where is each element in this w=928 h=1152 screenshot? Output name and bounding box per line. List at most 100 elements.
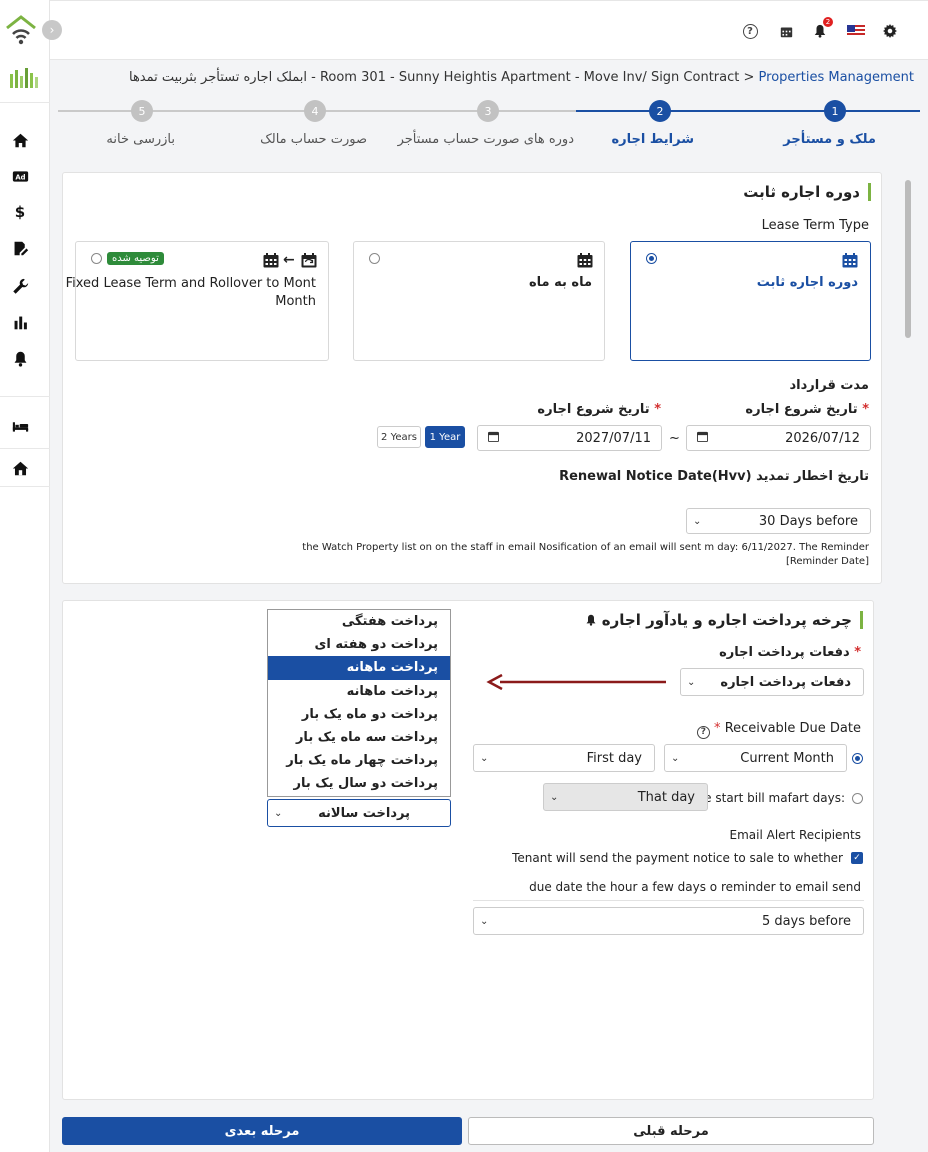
alt-due-date-radio[interactable] [852, 793, 863, 804]
calendar-icon [263, 253, 279, 268]
previous-step-button[interactable]: مرحله قبلی [468, 1117, 874, 1145]
home-icon[interactable] [10, 130, 30, 150]
step-4-circle[interactable]: 4 [304, 100, 326, 122]
bell-icon[interactable] [10, 348, 30, 368]
calendar-icon[interactable] [776, 21, 796, 41]
lease-option-fixed-radio[interactable] [646, 253, 657, 264]
day-select[interactable]: ⌄ First day [473, 744, 655, 772]
lease-option-rollover-label-line1: Fixed Lease Term and Rollover to Mont [65, 276, 316, 291]
notification-badge: 2 [823, 17, 833, 27]
annual-frequency-value: پرداخت سالانه [318, 805, 410, 821]
frequency-option[interactable]: پرداخت سه ماه یک بار [268, 726, 450, 749]
payment-cycle-card: چرخه پرداخت اجاره و یادآور اجاره * دفعات… [62, 600, 874, 1100]
arrow-left-icon [486, 674, 666, 690]
step-1-circle[interactable]: 1 [824, 100, 846, 122]
help-icon[interactable]: ? [696, 725, 710, 739]
tenant-notice-label: Tenant will send the payment notice to s… [512, 851, 843, 865]
start-date-label: * تاریخ شروع اجاره [745, 402, 869, 417]
next-step-button[interactable]: مرحله بعدی [62, 1117, 462, 1145]
end-date-input[interactable]: 2027/07/11 [477, 425, 662, 451]
lease-card-title: دوره اجاره ثابت [743, 183, 871, 201]
contract-period-label: مدت قرارداد [789, 378, 870, 393]
step-3-label[interactable]: دوره های صورت حساب مستأجر [398, 132, 574, 147]
step-2-circle[interactable]: 2 [649, 100, 671, 122]
frequency-option[interactable]: پرداخت دو سال یک بار [268, 772, 450, 795]
calendar-icon [577, 253, 593, 268]
frequency-option[interactable]: پرداخت چهار ماه یک بار [268, 749, 450, 772]
breadcrumb-separator: > [739, 70, 759, 85]
start-date-input[interactable]: 2026/07/12 [686, 425, 871, 451]
brand-image [8, 64, 40, 92]
annual-frequency-select[interactable]: ⌄ پرداخت سالانه [267, 799, 451, 827]
due-date-option-radio[interactable] [852, 753, 863, 764]
frequency-option[interactable]: پرداخت دو ماه یک بار [268, 703, 450, 726]
wrench-icon[interactable] [10, 276, 30, 296]
renewal-notice-select[interactable]: ⌄ 30 Days before [686, 508, 871, 534]
lease-option-month-to-month[interactable]: ماه به ماه [353, 241, 605, 361]
alt-due-date-value: That day [637, 789, 695, 805]
chevron-down-icon: ⌄ [480, 915, 489, 927]
arrow-left-icon: ← [283, 252, 295, 268]
notification-bell-icon[interactable]: 2 [810, 17, 833, 41]
two-years-button[interactable]: 2 Years [377, 426, 421, 448]
frequency-select[interactable]: ⌄ دفعات پرداخت اجاره [680, 668, 864, 696]
frequency-value: دفعات پرداخت اجاره [720, 674, 851, 690]
reminder-days-value: 5 days before [761, 913, 851, 929]
recommended-badge: توصیه شده [107, 252, 164, 265]
breadcrumb-rest: ابملک اجاره تستأجر بثربیت تمدها - Room 3… [128, 70, 740, 85]
renewal-notice-value: 30 Days before [758, 513, 858, 529]
lease-option-fixed-label: دوره اجاره ثابت [756, 275, 858, 290]
sidebar-toggle-button[interactable]: › [42, 20, 62, 40]
lease-option-month-label: ماه به ماه [528, 275, 592, 290]
lease-option-month-radio[interactable] [369, 253, 380, 264]
step-3-circle[interactable]: 3 [477, 100, 499, 122]
bed-icon[interactable] [10, 416, 30, 436]
lease-option-rollover-radio[interactable] [91, 253, 102, 264]
app-logo [4, 12, 38, 46]
help-icon[interactable]: ? [740, 21, 760, 41]
lease-option-fixed[interactable]: دوره اجاره ثابت [630, 241, 871, 361]
bar-chart-icon[interactable] [10, 312, 30, 332]
edit-document-icon[interactable] [10, 238, 30, 258]
reminder-note: due date the hour a few days o reminder … [529, 880, 861, 894]
step-1-label[interactable]: ملک و مستأجر [783, 132, 876, 147]
end-date-label: * تاریخ شروع اجاره [537, 402, 661, 417]
alt-due-date-select[interactable]: ⌄ That day [543, 783, 708, 811]
frequency-option[interactable]: پرداخت ماهانه [268, 680, 450, 703]
step-2-label[interactable]: شرایط اجاره [611, 132, 694, 147]
step-5-label[interactable]: بازرسی خانه [106, 132, 175, 147]
step-5-circle[interactable]: 5 [131, 100, 153, 122]
chevron-down-icon: ⌄ [274, 807, 283, 819]
wizard-stepper: 1 2 3 4 5 ملک و مستأجر شرایط اجاره دوره … [58, 98, 920, 154]
gear-icon[interactable] [880, 21, 900, 41]
scrollbar-thumb[interactable] [905, 180, 911, 338]
month-value: Current Month [740, 750, 834, 766]
renewal-note-line1: the Watch Property list on on the staff … [302, 542, 869, 553]
reminder-days-select[interactable]: ⌄ 5 days before [473, 907, 864, 935]
one-year-button[interactable]: 1 Year [425, 426, 465, 448]
house-icon[interactable] [10, 458, 30, 478]
chevron-down-icon: ⌄ [550, 791, 559, 803]
chevron-down-icon: ⌄ [687, 676, 696, 688]
lease-option-rollover[interactable]: توصیه شده ← Fixed Lease Term and Rollove… [66, 241, 329, 361]
due-date-label: ? * Receivable Due Date [696, 721, 861, 739]
chevron-down-icon: ⌄ [480, 752, 489, 764]
divider [473, 900, 864, 901]
breadcrumb: ابملک اجاره تستأجر بثربیت تمدها - Room 3… [129, 70, 914, 85]
us-flag-icon[interactable] [846, 21, 866, 41]
ad-icon[interactable]: Ad [10, 166, 30, 186]
dollar-icon[interactable]: $ [10, 202, 30, 222]
tenant-notice-checkbox[interactable]: ✓ [851, 852, 863, 864]
frequency-option[interactable]: پرداخت دو هفته ای [268, 633, 450, 656]
calendar-icon [842, 253, 858, 268]
frequency-option[interactable]: پرداخت هفتگی [268, 610, 450, 633]
breadcrumb-properties-management-link[interactable]: Properties Management [759, 70, 914, 85]
lease-term-type-label: Lease Term Type [761, 218, 869, 233]
step-4-label[interactable]: صورت حساب مالک [260, 132, 367, 147]
date-range-separator: ~ [669, 431, 680, 446]
svg-text:Ad: Ad [15, 173, 25, 181]
frequency-option-highlighted[interactable]: پرداخت ماهانه [268, 656, 450, 680]
bell-icon [585, 611, 597, 629]
day-value: First day [586, 750, 642, 766]
month-select[interactable]: ⌄ Current Month [664, 744, 847, 772]
